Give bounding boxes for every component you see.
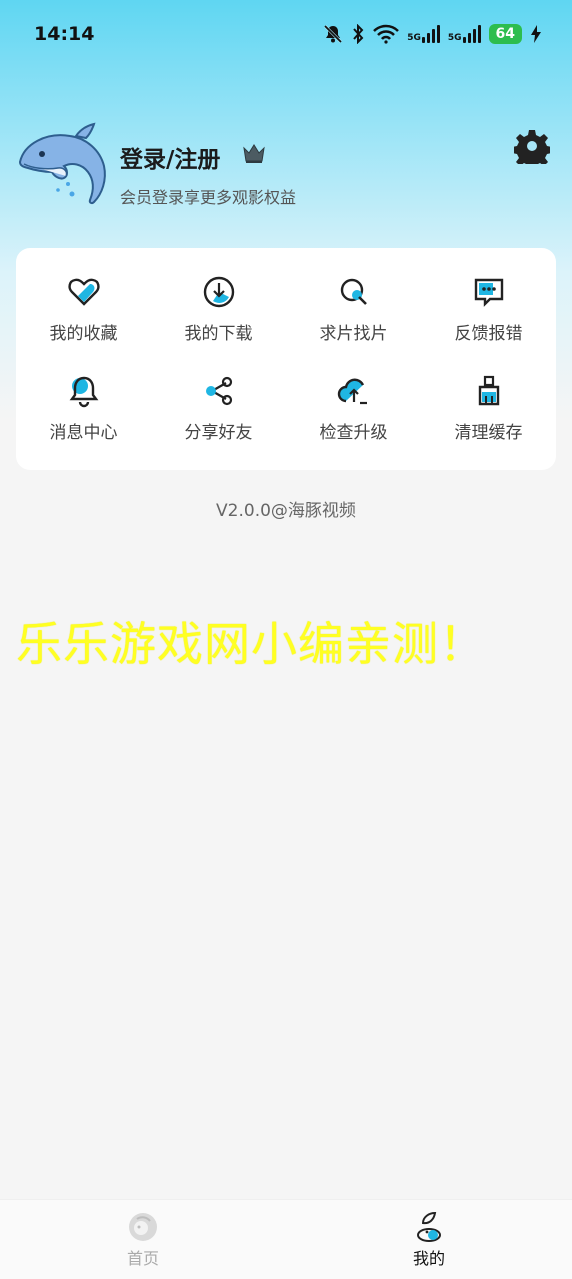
- share-icon: [205, 376, 232, 406]
- battery-icon: 64: [488, 24, 522, 44]
- watermark-text: 乐乐游戏网小编亲测！: [16, 617, 486, 671]
- crown-icon: [243, 144, 265, 163]
- grid-item-update[interactable]: 检查升级: [286, 359, 421, 458]
- search-icon: [340, 278, 367, 305]
- bottom-tab-bar: 首页 我的: [0, 1199, 572, 1279]
- download-icon: [203, 276, 234, 308]
- grid-label: 反馈报错: [454, 324, 523, 344]
- tab-home[interactable]: 首页: [0, 1200, 286, 1279]
- grid-item-favorites[interactable]: 我的收藏: [16, 260, 151, 359]
- bell-icon: [69, 376, 98, 408]
- status-time: 14:14: [34, 23, 95, 45]
- grid-label: 检查升级: [319, 423, 388, 443]
- version-text: V2.0.0@海豚视频: [216, 501, 356, 521]
- gear-icon[interactable]: [514, 128, 550, 164]
- grid-item-feedback[interactable]: 反馈报错: [421, 260, 556, 359]
- signal-icon: 5G: [448, 25, 481, 43]
- tab-label: 首页: [126, 1248, 159, 1268]
- bluetooth-icon: [353, 24, 364, 44]
- feedback-icon: [474, 278, 503, 307]
- grid-label: 清理缓存: [454, 423, 523, 443]
- grid-item-downloads[interactable]: 我的下载: [151, 260, 286, 359]
- grid-label: 我的收藏: [49, 324, 118, 344]
- charging-icon: [531, 25, 541, 43]
- grid-label: 分享好友: [184, 423, 253, 443]
- login-register-link[interactable]: 登录/注册: [120, 140, 220, 174]
- feature-grid: 我的收藏 我的下载 求片找片 反馈报错 消息中心 分享好友 检查升级 清理缓存: [16, 248, 556, 470]
- dolphin-avatar[interactable]: [14, 118, 114, 210]
- network-type: 5G: [407, 33, 421, 43]
- heart-icon: [67, 278, 100, 306]
- grid-label: 我的下载: [184, 324, 253, 344]
- status-bar: 14:14 5G 5G 64: [0, 0, 572, 68]
- grid-item-messages[interactable]: 消息中心: [16, 359, 151, 458]
- profile-icon: [417, 1211, 441, 1242]
- tab-profile[interactable]: 我的: [286, 1200, 572, 1279]
- login-subtitle: 会员登录享更多观影权益: [120, 188, 297, 207]
- network-type: 5G: [447, 33, 462, 43]
- home-icon: [129, 1212, 157, 1241]
- broom-icon: [478, 375, 499, 406]
- grid-item-clear-cache[interactable]: 清理缓存: [421, 359, 556, 458]
- status-icons: 5G 5G 64: [323, 24, 542, 44]
- profile-section[interactable]: 登录/注册 会员登录享更多观影权益: [14, 118, 558, 218]
- tab-label: 我的: [412, 1248, 445, 1268]
- bell-off-icon: [324, 24, 343, 44]
- grid-label: 求片找片: [319, 324, 388, 344]
- grid-item-share[interactable]: 分享好友: [151, 359, 286, 458]
- cloud-upload-icon: [337, 378, 367, 405]
- signal-icon: 5G: [407, 25, 440, 43]
- grid-item-request[interactable]: 求片找片: [286, 260, 421, 359]
- wifi-icon: [373, 24, 400, 44]
- grid-label: 消息中心: [49, 423, 118, 443]
